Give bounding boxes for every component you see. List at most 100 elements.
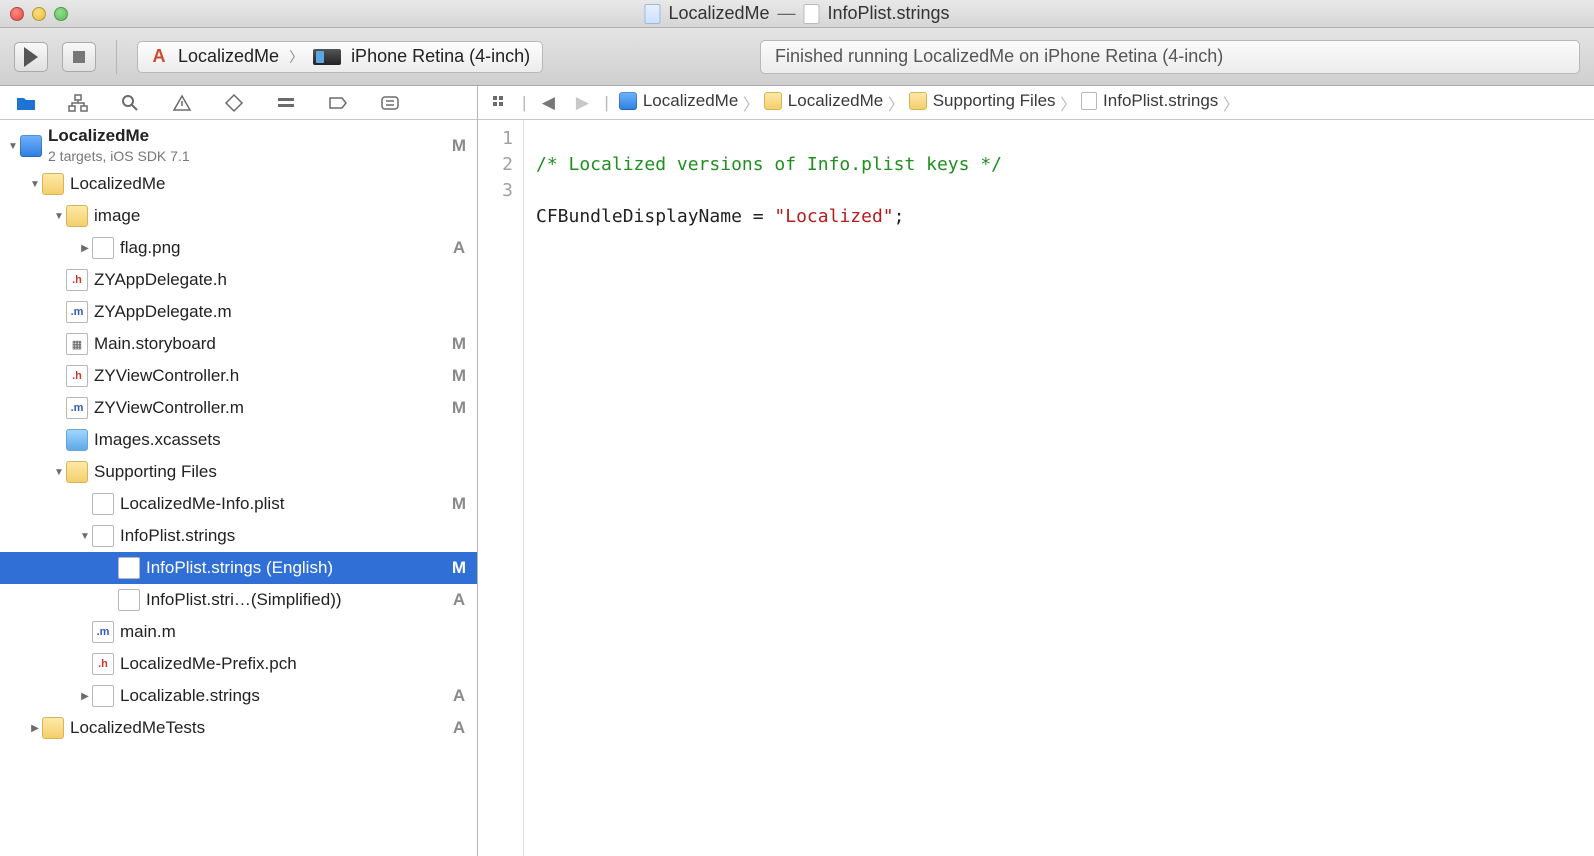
disclosure-triangle[interactable]: ▶ (78, 691, 92, 702)
file-icon (1081, 92, 1097, 110)
scm-status: A (449, 686, 469, 706)
tree-row[interactable]: .mZYAppDelegate.m (0, 296, 477, 328)
tree-row-label: LocalizedMe-Prefix.pch (120, 654, 449, 674)
issue-navigator-tab[interactable] (168, 89, 196, 117)
tree-row[interactable]: InfoPlist.strings (English)M (0, 552, 477, 584)
traffic-lights (0, 7, 68, 21)
jump-bar-crumb[interactable]: InfoPlist.strings (1081, 91, 1218, 111)
tree-row[interactable]: .mmain.m (0, 616, 477, 648)
search-navigator-tab[interactable] (116, 89, 144, 117)
crumb-label: LocalizedMe (788, 91, 883, 111)
code-content[interactable]: /* Localized versions of Info.plist keys… (524, 120, 1014, 856)
zoom-button[interactable] (54, 7, 68, 21)
tree-row[interactable]: Images.xcassets (0, 424, 477, 456)
tree-row[interactable]: .mZYViewController.mM (0, 392, 477, 424)
storyboard-icon: ▦ (66, 333, 88, 355)
tree-row[interactable]: ▶flag.pngA (0, 232, 477, 264)
scheme-device-label: iPhone Retina (4-inch) (351, 46, 530, 67)
crumb-label: InfoPlist.strings (1103, 91, 1218, 111)
tree-row[interactable]: ▼InfoPlist.strings (0, 520, 477, 552)
disclosure-triangle[interactable]: ▶ (28, 723, 42, 734)
play-icon (24, 47, 38, 67)
jump-bar-crumb[interactable]: Supporting Files (909, 91, 1056, 111)
strings-icon (92, 685, 114, 707)
file-navigator-tab[interactable] (12, 89, 40, 117)
main-split: ▼ LocalizedMe 2 targets, iOS SDK 7.1 M ▼… (0, 86, 1594, 856)
jump-bar-crumb[interactable]: LocalizedMe (764, 91, 883, 111)
folder-icon (66, 205, 88, 227)
back-button[interactable]: ◀ (536, 91, 560, 115)
chevron-right-icon: 〉 (1223, 97, 1239, 114)
source-editor[interactable]: 1 2 3 /* Localized versions of Info.plis… (478, 120, 1594, 856)
tree-row[interactable]: .h ZYViewController.hM (0, 360, 477, 392)
disclosure-triangle[interactable]: ▼ (78, 531, 92, 542)
line-number: 2 (482, 152, 513, 178)
tree-row-label: Supporting Files (94, 462, 449, 482)
tree-row[interactable]: LocalizedMe-Info.plistM (0, 488, 477, 520)
project-tree[interactable]: ▼ LocalizedMe 2 targets, iOS SDK 7.1 M ▼… (0, 120, 477, 856)
tree-row-label: Localizable.strings (120, 686, 449, 706)
crumb-label: Supporting Files (933, 91, 1056, 111)
log-icon (380, 95, 400, 111)
tree-row[interactable]: .hLocalizedMe-Prefix.pch (0, 648, 477, 680)
disclosure-triangle[interactable]: ▼ (28, 179, 42, 190)
related-items-button[interactable] (488, 91, 512, 115)
tree-row-label: ZYViewController.h (94, 366, 449, 386)
jump-bar-crumb[interactable]: LocalizedMe (619, 91, 738, 111)
scm-status: M (449, 136, 469, 156)
tree-row[interactable]: ▼LocalizedMe (0, 168, 477, 200)
line-number: 3 (482, 178, 513, 204)
tree-row-label: ZYAppDelegate.h (94, 270, 449, 290)
jump-bar: | ◀ ▶ | LocalizedMe 〉 LocalizedMe 〉 Supp… (478, 86, 1594, 120)
folder-icon (764, 92, 782, 110)
debug-navigator-tab[interactable] (272, 89, 300, 117)
project-icon (644, 4, 660, 24)
gutter: 1 2 3 (478, 120, 524, 856)
file-h-icon: .h (66, 365, 88, 387)
close-button[interactable] (10, 7, 24, 21)
minimize-button[interactable] (32, 7, 46, 21)
disclosure-triangle[interactable]: ▼ (52, 211, 66, 222)
tree-row-label: LocalizedMeTests (70, 718, 449, 738)
tree-row[interactable]: InfoPlist.stri…(Simplified))A (0, 584, 477, 616)
project-root-row[interactable]: ▼ LocalizedMe 2 targets, iOS SDK 7.1 M (0, 124, 477, 168)
forward-button[interactable]: ▶ (570, 91, 594, 115)
code-line: /* Localized versions of Info.plist keys… (536, 154, 1002, 175)
tree-row[interactable]: ▶ Localizable.stringsA (0, 680, 477, 712)
tree-row[interactable]: ▶ LocalizedMeTestsA (0, 712, 477, 744)
search-icon (120, 93, 140, 113)
chevron-right-icon: 〉 (289, 47, 303, 67)
chevron-right-icon: 〉 (1060, 97, 1076, 114)
tree-row-label: flag.png (120, 238, 449, 258)
folder-icon (16, 94, 36, 112)
scm-status: A (449, 718, 469, 738)
tree-row-label: main.m (120, 622, 449, 642)
scm-status: A (449, 590, 469, 610)
run-button[interactable] (14, 42, 48, 72)
scheme-selector[interactable]: A LocalizedMe 〉 iPhone Retina (4-inch) (137, 41, 543, 73)
symbol-navigator-tab[interactable] (64, 89, 92, 117)
tree-row[interactable]: .hZYAppDelegate.h (0, 264, 477, 296)
hierarchy-icon (68, 94, 88, 112)
log-navigator-tab[interactable] (376, 89, 404, 117)
disclosure-triangle[interactable]: ▼ (52, 467, 66, 478)
tree-row[interactable]: ▦Main.storyboardM (0, 328, 477, 360)
chevron-right-icon: 〉 (888, 97, 904, 114)
tree-row-label: ZYAppDelegate.m (94, 302, 449, 322)
navigator: ▼ LocalizedMe 2 targets, iOS SDK 7.1 M ▼… (0, 86, 478, 856)
title-project: LocalizedMe (668, 3, 769, 24)
tree-row[interactable]: ▼image (0, 200, 477, 232)
file-icon (804, 4, 820, 24)
disclosure-triangle[interactable]: ▼ (6, 141, 20, 152)
strings-icon (118, 589, 140, 611)
stop-icon (73, 51, 85, 63)
test-navigator-tab[interactable] (220, 89, 248, 117)
chevron-right-icon: 〉 (743, 97, 759, 114)
tree-row[interactable]: ▼ Supporting Files (0, 456, 477, 488)
folder-icon (42, 173, 64, 195)
disclosure-triangle[interactable]: ▶ (78, 243, 92, 254)
breakpoint-navigator-tab[interactable] (324, 89, 352, 117)
scm-status: M (449, 366, 469, 386)
folder-icon (42, 717, 64, 739)
stop-button[interactable] (62, 42, 96, 72)
